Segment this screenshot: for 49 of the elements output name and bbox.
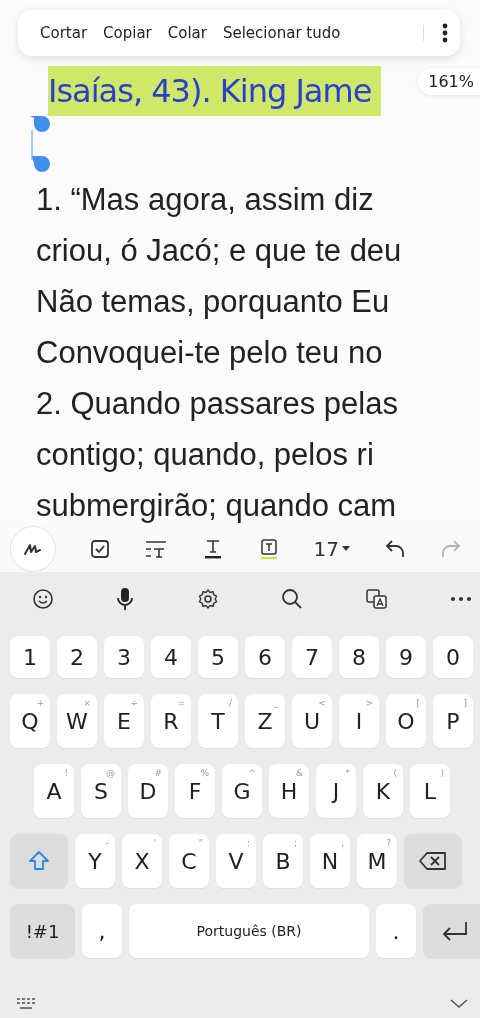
- text-line: 2. Quando passares pelas: [36, 385, 399, 423]
- text-line: criou, ó Jacó; e que te deu: [36, 232, 403, 270]
- enter-arrow-icon: [440, 920, 470, 942]
- more-icon[interactable]: [449, 596, 472, 602]
- text-line: submergirão; quando cam: [36, 487, 398, 525]
- emoji-icon[interactable]: [32, 588, 54, 610]
- keyboard-key[interactable]: 5: [198, 636, 238, 678]
- translate-icon[interactable]: [365, 588, 388, 610]
- text-style-icon[interactable]: [143, 538, 168, 559]
- menu-item[interactable]: Cortar: [34, 20, 94, 46]
- enter-key[interactable]: [423, 904, 480, 958]
- keyboard-key[interactable]: 4: [151, 636, 191, 678]
- pen-button[interactable]: [10, 525, 56, 572]
- checkbox-icon[interactable]: [89, 538, 110, 559]
- keyboard-key[interactable]: 6: [245, 636, 285, 678]
- shift-arrow-icon: [27, 849, 51, 873]
- keyboard-icon[interactable]: [16, 997, 38, 1011]
- chevron-down-icon[interactable]: [450, 999, 468, 1009]
- pen-icon: [24, 541, 42, 556]
- space-key[interactable]: Português (BR): [129, 904, 369, 958]
- caret-icon: [342, 545, 351, 552]
- keyboard-key[interactable]: 2: [57, 636, 97, 678]
- keyboard-key[interactable]: 7: [292, 636, 332, 678]
- text-line: Não temas, porquanto Eu: [36, 283, 391, 321]
- microphone-icon[interactable]: [116, 587, 135, 611]
- zoom-badge: 161%: [418, 68, 480, 95]
- backspace-icon: [418, 851, 448, 871]
- text-line: 1. “Mas agora, assim diz: [36, 181, 375, 219]
- text-line: Convoquei-te pelo teu no: [36, 334, 384, 372]
- more-icon[interactable]: [442, 23, 448, 43]
- undo-icon[interactable]: [384, 537, 406, 560]
- selection-handle-icon[interactable]: [28, 114, 52, 174]
- keyboard-key[interactable]: 8: [339, 636, 379, 678]
- backspace-key[interactable]: [404, 834, 462, 888]
- keyboard-key[interactable]: ,: [82, 904, 122, 958]
- selected-text: Isaías, 43). King Jame: [48, 66, 382, 116]
- menu-item[interactable]: Colar: [161, 20, 213, 46]
- keyboard-key[interactable]: 1: [10, 636, 50, 678]
- keyboard-key[interactable]: 3: [104, 636, 144, 678]
- symbols-key[interactable]: !#1: [10, 904, 75, 958]
- keyboard-key[interactable]: 9: [386, 636, 426, 678]
- keyboard-key[interactable]: .: [376, 904, 416, 958]
- menu-item[interactable]: Selecionar tudo: [216, 20, 347, 46]
- menu-item[interactable]: Copiar: [97, 20, 158, 46]
- search-icon[interactable]: [281, 588, 304, 610]
- text-line: contigo; quando, pelos ri: [36, 436, 375, 474]
- keyboard-key[interactable]: 0: [433, 636, 473, 678]
- settings-icon[interactable]: [196, 588, 219, 610]
- font-size-dropdown[interactable]: 17: [313, 536, 351, 561]
